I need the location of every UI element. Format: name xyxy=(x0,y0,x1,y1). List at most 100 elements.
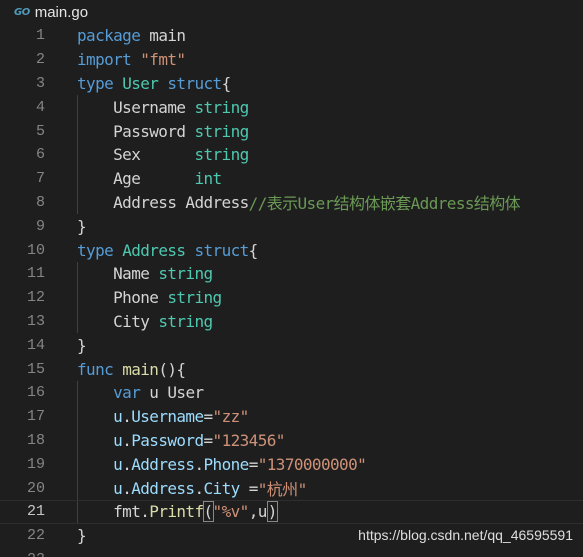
code-token: { xyxy=(221,73,232,93)
code-token: u xyxy=(257,502,268,522)
code-text: } xyxy=(77,333,87,357)
go-logo-icon: GO xyxy=(14,6,30,18)
line-number: 6 xyxy=(35,146,45,164)
line-number: 4 xyxy=(35,98,45,116)
line-number: 23 xyxy=(0,551,45,557)
code-token: . xyxy=(194,454,204,474)
code-text: import "fmt" xyxy=(77,48,186,72)
code-token: Username xyxy=(113,97,186,117)
line-number: 17 xyxy=(26,408,45,426)
line-number: 12 xyxy=(26,289,45,307)
code-line[interactable]: 5 Password string xyxy=(0,119,583,143)
code-line[interactable]: 9} xyxy=(0,214,583,238)
code-token: //表示User结构体嵌套Address结构体 xyxy=(248,194,521,214)
code-token: Name xyxy=(113,264,150,284)
line-number: 3 xyxy=(35,74,45,92)
code-text: u. Username = "zz" xyxy=(77,405,249,429)
code-text: Password string xyxy=(77,119,249,143)
code-text: func main(){ xyxy=(77,357,186,381)
code-token: int xyxy=(194,169,222,189)
code-token: type xyxy=(77,73,114,93)
code-line[interactable]: 7 Age int xyxy=(0,166,583,191)
code-token: string xyxy=(194,145,249,165)
code-token: ) xyxy=(266,501,278,523)
code-token: u xyxy=(113,454,123,474)
code-token: var xyxy=(113,383,141,403)
code-line[interactable]: 6 Sex string xyxy=(0,142,583,167)
code-line[interactable]: 3 type User struct{ xyxy=(0,72,583,96)
code-line[interactable]: 8 Address Address//表示User结构体嵌套Address结构体 xyxy=(0,190,583,215)
code-line[interactable]: 11 Name string xyxy=(0,261,583,286)
line-number: 19 xyxy=(26,455,45,473)
tab-main-go[interactable]: GO main.go xyxy=(0,0,94,24)
code-text: fmt. Printf("%v", u) xyxy=(77,501,278,523)
code-line[interactable]: 10 type Address struct{ xyxy=(0,238,583,262)
code-line[interactable]: 23 xyxy=(0,548,583,557)
code-line[interactable]: 15 func main(){ xyxy=(0,357,583,381)
code-text: Username string xyxy=(77,95,249,119)
code-token: . xyxy=(122,478,132,498)
code-token: Sex xyxy=(113,145,141,165)
code-line[interactable]: 21 fmt. Printf("%v", u) xyxy=(0,499,583,524)
code-token: struct xyxy=(194,240,249,260)
code-line[interactable]: 16 var u User xyxy=(0,380,583,405)
code-line[interactable]: 2 import "fmt" xyxy=(0,48,583,72)
code-token: City xyxy=(113,311,150,331)
code-token: import xyxy=(77,50,132,70)
code-token: Address xyxy=(185,192,249,212)
code-text: Phone string xyxy=(77,286,222,310)
code-text: Age int xyxy=(77,167,222,191)
line-number: 20 xyxy=(26,479,45,497)
code-text: package main xyxy=(77,24,186,48)
code-token: ( xyxy=(202,501,214,523)
code-token: Phone xyxy=(203,454,250,474)
code-line[interactable]: 1 package main xyxy=(0,24,583,48)
code-token: . xyxy=(140,502,150,522)
code-token: string xyxy=(194,121,249,141)
code-line[interactable]: 19 u. Address. Phone = "1370000000" xyxy=(0,452,583,477)
line-number: 9 xyxy=(35,217,45,235)
code-line[interactable]: 14} xyxy=(0,333,583,357)
code-token: Address xyxy=(122,240,186,260)
code-token: , xyxy=(248,502,259,522)
code-token: u xyxy=(149,383,159,403)
code-token: "zz" xyxy=(212,407,250,427)
code-token: Address xyxy=(131,478,195,498)
code-token: { xyxy=(248,240,259,260)
code-text: City string xyxy=(77,310,213,334)
code-line[interactable]: 12 Phone string xyxy=(0,285,583,310)
code-line[interactable]: 13 City string xyxy=(0,309,583,334)
code-token: "杭州" xyxy=(257,480,307,500)
code-line[interactable]: 18 u. Password = "123456" xyxy=(0,428,583,453)
code-token: main xyxy=(122,359,159,379)
code-token: = xyxy=(203,430,214,450)
code-line[interactable]: 17 u. Username = "zz" xyxy=(0,404,583,429)
code-text: type Address struct{ xyxy=(77,238,258,262)
editor-tab-bar: GO main.go xyxy=(0,0,583,24)
line-number: 8 xyxy=(35,193,45,211)
code-line[interactable]: 4 Username string xyxy=(0,95,583,120)
line-number: 16 xyxy=(26,384,45,402)
code-editor[interactable]: 1 package main 2 import "fmt" 3 type User str… xyxy=(0,24,583,557)
code-token: "1370000000" xyxy=(257,454,367,474)
line-number: 7 xyxy=(35,170,45,188)
code-line[interactable]: 20 u. Address. City = "杭州" xyxy=(0,476,583,500)
line-number: 13 xyxy=(26,312,45,330)
line-number: 22 xyxy=(26,527,45,545)
code-token: } xyxy=(77,335,87,355)
code-token: string xyxy=(167,288,222,308)
line-number: 5 xyxy=(35,122,45,140)
code-token: . xyxy=(194,478,204,498)
